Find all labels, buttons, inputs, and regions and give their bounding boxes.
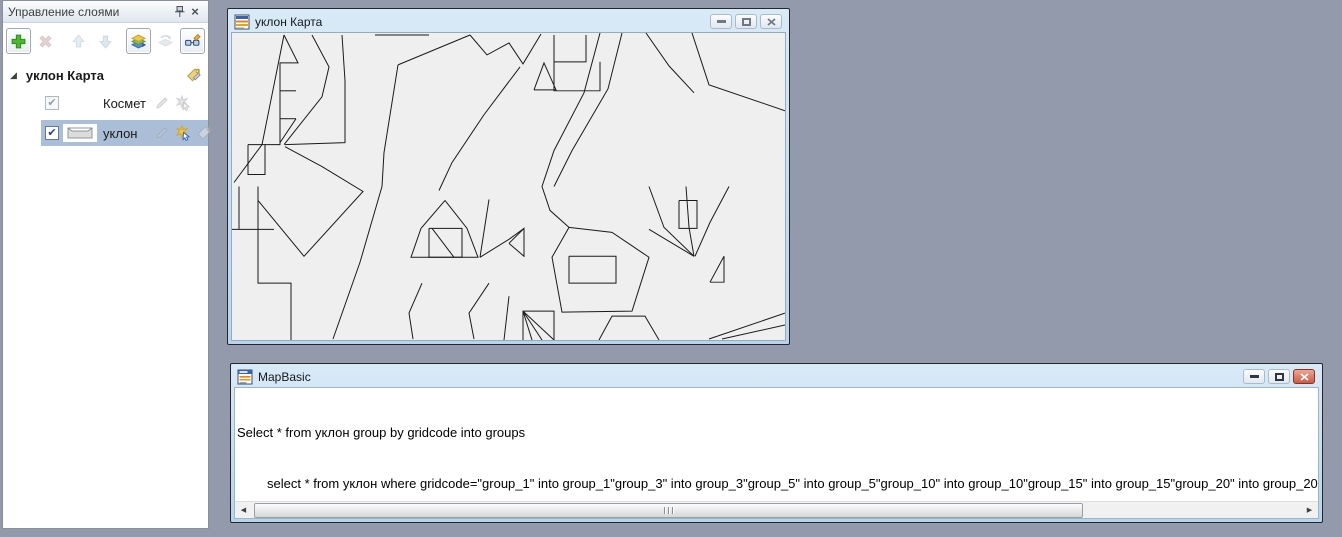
- layer-row-uklon[interactable]: ✔ уклон: [41, 120, 210, 146]
- mapbasic-editor[interactable]: Select * from уклон group by gridcode in…: [234, 387, 1319, 519]
- glasses-pen-icon: [185, 33, 201, 46]
- expander-icon[interactable]: ◢: [10, 70, 17, 81]
- cosmetic-layer-label: Космет: [103, 95, 146, 111]
- uklon-visibility-checkbox[interactable]: ✔: [45, 126, 59, 140]
- pencil-icon: [155, 127, 168, 139]
- horizontal-scrollbar[interactable]: ◀ ▶: [235, 501, 1318, 518]
- pin-icon[interactable]: [171, 4, 187, 20]
- uklon-labels-icon[interactable]: [195, 125, 212, 142]
- add-layer-icon: [11, 34, 26, 48]
- minimize-button[interactable]: [1243, 369, 1265, 384]
- layer-panel-toolbar: [3, 23, 208, 58]
- mapbasic-titlebar[interactable]: MapBasic: [234, 366, 1319, 387]
- layer-group-row[interactable]: ◢ уклон Карта: [3, 64, 208, 86]
- minimize-button[interactable]: [710, 14, 732, 29]
- map-canvas[interactable]: [231, 32, 786, 341]
- mapbasic-window-buttons: [1243, 369, 1317, 384]
- layers-stack-icon: [130, 34, 147, 48]
- scroll-right-arrow[interactable]: ▶: [1301, 502, 1318, 518]
- pin-icon-glyph: [174, 6, 184, 17]
- cosmetic-editable-icon[interactable]: [174, 95, 191, 112]
- layer-group-label: уклон Карта: [25, 67, 104, 83]
- uklon-style-swatch[interactable]: [63, 124, 97, 142]
- group-labels-icon[interactable]: [185, 67, 202, 84]
- uklon-layer-label: уклон: [103, 125, 138, 141]
- move-layer-up-button[interactable]: [66, 28, 91, 54]
- map-window-title: уклон Карта: [255, 14, 323, 29]
- mapbasic-code-line: Select * from уклон group by gridcode in…: [237, 425, 526, 440]
- minimize-icon: [716, 20, 726, 23]
- cosmetic-style-icon[interactable]: [153, 95, 170, 112]
- layer-row-cosmetic[interactable]: ✔ Космет: [41, 90, 208, 116]
- layer-panel-title: Управление слоями: [8, 4, 120, 19]
- mapbasic-window-title: MapBasic: [258, 369, 311, 384]
- map-contours: [232, 33, 785, 340]
- uklon-style-icon[interactable]: [153, 125, 170, 142]
- minimize-icon: [1249, 375, 1259, 378]
- remove-layer-icon: [39, 34, 52, 48]
- scrollbar-track[interactable]: [252, 502, 1301, 518]
- layer-control-button[interactable]: [126, 28, 151, 54]
- tags-icon: [187, 68, 201, 82]
- cosmetic-swatch-slot: [63, 94, 99, 112]
- restore-button[interactable]: [1268, 369, 1290, 384]
- map-window-buttons: [710, 14, 784, 29]
- layer-control-panel: Управление слоями × ◢ уклон Карта ✔ Косм…: [2, 0, 210, 529]
- restore-icon: [741, 17, 751, 26]
- close-button[interactable]: [760, 14, 782, 29]
- layer-panel-header: Управление слоями ×: [3, 1, 208, 23]
- scroll-left-arrow[interactable]: ◀: [235, 502, 252, 518]
- mapbasic-code-line: select * from уклон where gridcode="grou…: [267, 476, 1319, 491]
- pack-layers-button[interactable]: [153, 28, 178, 54]
- close-icon: [766, 17, 776, 26]
- star-cursor-icon: [175, 95, 190, 111]
- add-layer-button[interactable]: [6, 28, 31, 54]
- arrow-up-icon: [72, 33, 85, 47]
- uklon-editable-icon[interactable]: [174, 125, 191, 142]
- arrow-down-icon: [99, 35, 112, 49]
- tag-icon: [196, 126, 210, 140]
- panel-close-icon[interactable]: ×: [187, 4, 203, 20]
- mapbasic-code[interactable]: Select * from уклон group by gridcode in…: [235, 388, 1319, 518]
- remove-layer-button[interactable]: [33, 28, 58, 54]
- mapbasic-window-icon: [237, 369, 253, 384]
- pack-layers-icon: [157, 34, 174, 46]
- layer-tree: ◢ уклон Карта ✔ Космет ✔ уклон: [3, 58, 210, 146]
- map-window-titlebar[interactable]: уклон Карта: [231, 11, 786, 32]
- close-icon: [1299, 372, 1309, 381]
- close-button[interactable]: [1293, 369, 1315, 384]
- desktop: Управление слоями × ◢ уклон Карта ✔ Косм…: [0, 0, 1342, 537]
- pencil-icon: [155, 97, 168, 109]
- layer-properties-button[interactable]: [180, 28, 205, 54]
- restore-button[interactable]: [735, 14, 757, 29]
- scrollbar-thumb[interactable]: [254, 503, 1083, 518]
- map-window-icon: [234, 14, 250, 29]
- uklon-swatch-slot: [63, 124, 99, 142]
- cosmetic-visibility-checkbox[interactable]: ✔: [45, 96, 59, 110]
- star-cursor-icon: [175, 125, 190, 141]
- mapbasic-window: MapBasic Select * from уклон group by gr…: [230, 363, 1323, 523]
- region-swatch-icon: [67, 127, 93, 139]
- map-window: уклон Карта: [227, 8, 790, 345]
- restore-icon: [1274, 372, 1284, 381]
- move-layer-down-button[interactable]: [93, 28, 118, 54]
